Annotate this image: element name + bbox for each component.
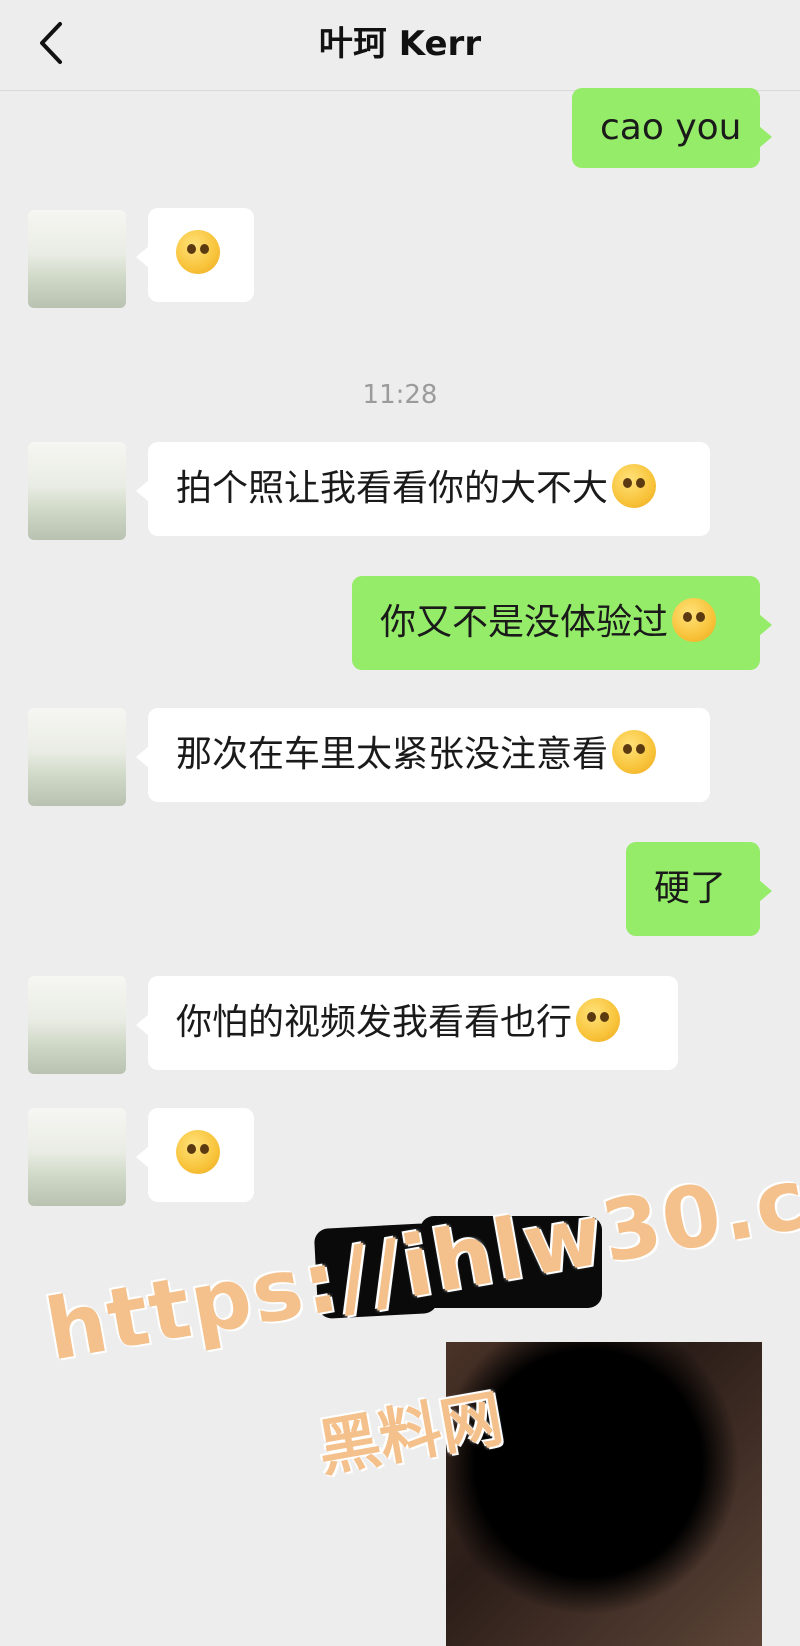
shy-emoji-icon	[176, 1130, 220, 1174]
message-bubble-outgoing[interactable]: 硬了	[626, 842, 772, 936]
contact-avatar[interactable]	[28, 708, 126, 806]
message-text: 那次在车里太紧张没注意看	[176, 734, 609, 775]
contact-avatar[interactable]	[28, 1108, 126, 1206]
message-text: cao you	[600, 107, 742, 148]
message-bubble-incoming[interactable]: 那次在车里太紧张没注意看	[136, 708, 710, 802]
contact-avatar[interactable]	[28, 210, 126, 308]
confused-emoji-icon	[612, 464, 657, 508]
message-bubble-incoming[interactable]: 你怕的视频发我看看也行	[136, 976, 678, 1070]
grin-emoji-icon	[576, 998, 621, 1042]
contact-avatar[interactable]	[28, 976, 126, 1074]
message-text: 你又不是没体验过	[380, 602, 669, 643]
chat-title: 叶珂 Kerr	[318, 24, 482, 64]
grin-wink-emoji-icon	[672, 598, 717, 642]
message-bubble-incoming[interactable]	[136, 208, 254, 302]
contact-avatar[interactable]	[28, 442, 126, 540]
message-text: 你怕的视频发我看看也行	[176, 1002, 573, 1043]
message-timestamp: 11:28	[362, 380, 438, 410]
flushed-emoji-icon	[176, 230, 220, 274]
message-bubble-outgoing[interactable]: 你又不是没体验过	[352, 576, 772, 670]
message-text: 硬了	[654, 868, 727, 909]
chat-header: 叶珂 Kerr	[0, 0, 800, 91]
message-bubble-incoming[interactable]	[136, 1108, 254, 1202]
message-bubble-incoming[interactable]: 拍个照让我看看你的大不大	[136, 442, 710, 536]
message-bubble-outgoing[interactable]: cao you	[572, 88, 772, 168]
surprised-emoji-icon	[612, 730, 657, 774]
message-text: 拍个照让我看看你的大不大	[176, 468, 609, 509]
